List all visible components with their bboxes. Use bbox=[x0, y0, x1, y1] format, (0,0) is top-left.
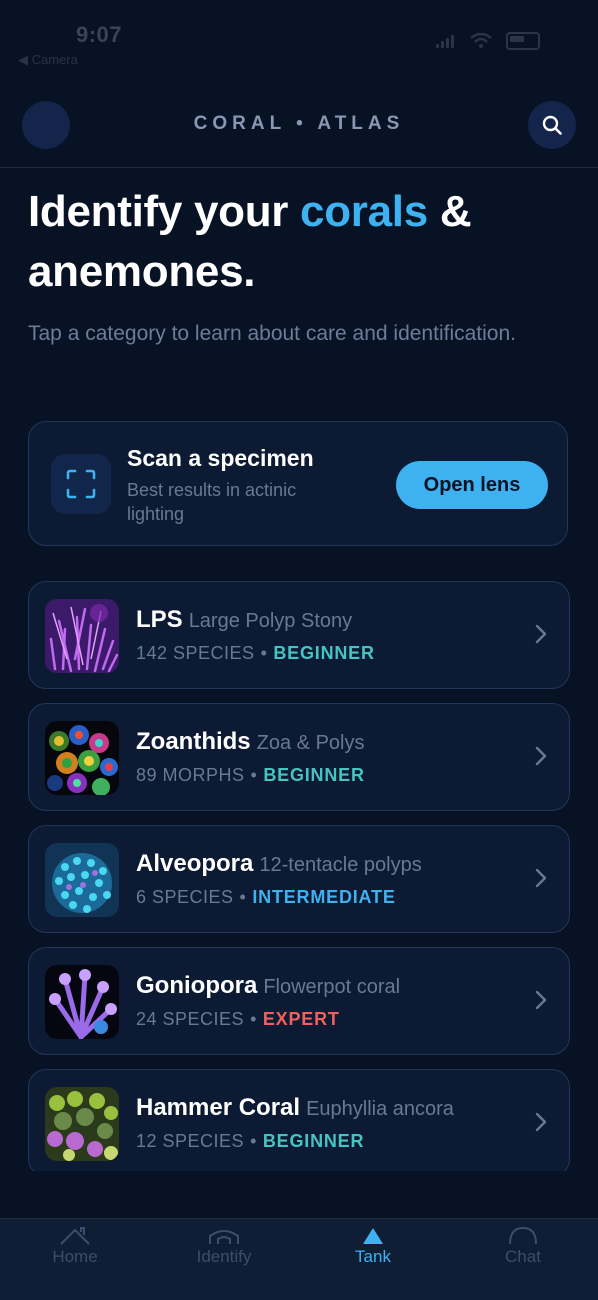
chevron-right-icon bbox=[535, 1112, 547, 1132]
category-count: 24 SPECIES bbox=[136, 1009, 245, 1029]
difficulty-badge: BEGINNER bbox=[263, 765, 365, 785]
tab-home[interactable]: Home bbox=[0, 1219, 150, 1279]
search-button[interactable] bbox=[528, 101, 576, 149]
app-brand: CORAL • ATLAS bbox=[193, 113, 405, 134]
wifi-icon bbox=[470, 33, 492, 48]
category-scientific-name: Flowerpot coral bbox=[263, 976, 401, 998]
category-card-alveopora[interactable]: Alveopora 12-tentacle polyps 6 SPECIES • IN… bbox=[28, 825, 570, 933]
scan-description: Best results in actinic lighting bbox=[127, 480, 297, 524]
app-header: CORAL • ATLAS bbox=[0, 85, 598, 168]
screen: 9:07 ◀ Camera CORAL • ATLAS Identify you… bbox=[0, 0, 598, 1300]
tab-label: Tank bbox=[355, 1247, 391, 1266]
bottom-tab-bar: Home Identify Tank Chat bbox=[0, 1218, 598, 1300]
category-scientific-name: Zoa & Polys bbox=[256, 732, 365, 754]
category-card-goniopora[interactable]: Goniopora Flowerpot coral 24 SPECIES • EXPE… bbox=[28, 947, 570, 1055]
category-count: 12 SPECIES bbox=[136, 1131, 245, 1151]
identify-icon bbox=[209, 1230, 239, 1244]
category-meta: 89 MORPHS • BEGINNER bbox=[136, 765, 365, 785]
page-subtitle: Tap a category to learn about care and i… bbox=[28, 322, 516, 345]
goniopora-thumbnail bbox=[45, 965, 119, 1039]
category-scientific-name: 12-tentacle polyps bbox=[259, 854, 422, 876]
alveopora-thumbnail bbox=[45, 843, 119, 917]
category-meta: 24 SPECIES • EXPERT bbox=[136, 1009, 340, 1029]
status-bar: 9:07 ◀ Camera bbox=[0, 0, 598, 70]
category-meta: 142 SPECIES • BEGINNER bbox=[136, 643, 375, 663]
battery-icon bbox=[506, 32, 540, 50]
category-scientific-name: Euphyllia ancora bbox=[306, 1098, 454, 1120]
difficulty-badge: BEGINNER bbox=[262, 1131, 365, 1151]
chevron-right-icon bbox=[535, 990, 547, 1010]
home-icon bbox=[60, 1227, 90, 1245]
back-to-camera-link[interactable]: ◀ Camera bbox=[18, 52, 78, 68]
title-text-part1: Identify your bbox=[28, 187, 301, 236]
page-title: Identify your corals & anemones. bbox=[28, 182, 568, 302]
scan-title: Scan a specimen bbox=[127, 445, 314, 471]
category-name: Goniopora Flowerpot coral bbox=[136, 972, 401, 999]
tab-identify[interactable]: Identify bbox=[149, 1219, 299, 1279]
lps-thumbnail bbox=[45, 599, 119, 673]
category-meta: 6 SPECIES • INTERMEDIATE bbox=[136, 887, 396, 907]
category-name: Zoanthids Zoa & Polys bbox=[136, 728, 365, 755]
tank-icon bbox=[363, 1228, 383, 1244]
cellular-signal-icon bbox=[436, 34, 456, 48]
hammer-coral-thumbnail bbox=[45, 1087, 119, 1161]
scan-specimen-card: Scan a specimen Best results in actinic … bbox=[28, 421, 568, 546]
category-card-zoanthids[interactable]: Zoanthids Zoa & Polys 89 MORPHS • BEGINNER bbox=[28, 703, 570, 811]
category-name: LPS Large Polyp Stony bbox=[136, 606, 353, 633]
difficulty-badge: EXPERT bbox=[262, 1009, 340, 1029]
tab-label: Chat bbox=[505, 1247, 541, 1266]
category-meta: 12 SPECIES • BEGINNER bbox=[136, 1131, 365, 1151]
status-icons bbox=[436, 32, 540, 50]
difficulty-badge: INTERMEDIATE bbox=[252, 887, 396, 907]
category-card-lps[interactable]: LPS Large Polyp Stony 142 SPECIES • BEGINNE… bbox=[28, 581, 570, 689]
chevron-right-icon bbox=[535, 746, 547, 766]
category-name: Alveopora 12-tentacle polyps bbox=[136, 850, 422, 877]
zoanthids-thumbnail bbox=[45, 721, 119, 795]
chevron-right-icon bbox=[535, 624, 547, 644]
open-lens-button[interactable]: Open lens bbox=[396, 461, 548, 509]
category-name: Hammer Coral Euphyllia ancora bbox=[136, 1094, 454, 1121]
chevron-right-icon bbox=[535, 868, 547, 888]
viewfinder-icon bbox=[66, 469, 96, 499]
category-count: 89 MORPHS bbox=[136, 765, 245, 785]
tab-chat[interactable]: Chat bbox=[448, 1219, 598, 1279]
category-scientific-name: Large Polyp Stony bbox=[188, 610, 353, 632]
tab-label: Identify bbox=[196, 1247, 252, 1266]
search-icon bbox=[542, 115, 562, 135]
chat-icon bbox=[509, 1226, 537, 1245]
status-time: 9:07 bbox=[76, 22, 123, 47]
category-list: LPS Large Polyp Stony 142 SPECIES • BEGINNE… bbox=[28, 581, 570, 1171]
category-count: 6 SPECIES bbox=[136, 887, 234, 907]
category-count: 142 SPECIES bbox=[136, 643, 255, 663]
difficulty-badge: BEGINNER bbox=[273, 643, 375, 663]
tab-tank[interactable]: Tank bbox=[298, 1219, 448, 1279]
scan-frame-icon bbox=[51, 454, 111, 514]
title-accent: corals bbox=[300, 187, 428, 236]
tab-label: Home bbox=[52, 1247, 98, 1266]
category-card-hammer-coral[interactable]: Hammer Coral Euphyllia ancora 12 SPECIES •… bbox=[28, 1069, 570, 1171]
